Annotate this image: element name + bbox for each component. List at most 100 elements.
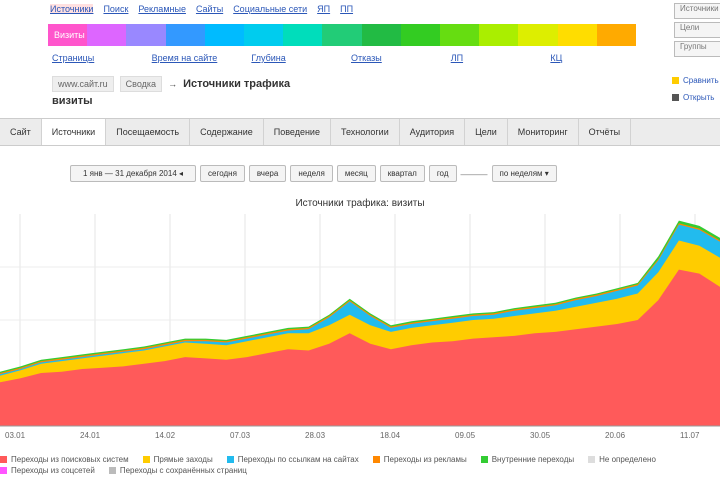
right-legend-label: Сравнить: [683, 76, 719, 85]
legend-swatch: [0, 456, 7, 463]
legend-label: Переходы с сохранённых страниц: [119, 466, 247, 475]
period-button[interactable]: месяц: [336, 165, 376, 182]
right-tab[interactable]: Группы: [674, 41, 720, 57]
tab-2[interactable]: Посещаемость: [106, 119, 191, 145]
breadcrumb-arrow: →: [168, 79, 178, 89]
breadcrumb-site[interactable]: www.сайт.ru: [52, 76, 114, 92]
spectrum-links: Страницы Время на сайте Глубина Отказы ЛП КЦ: [52, 53, 636, 63]
legend-swatch: [108, 467, 116, 474]
x-tick-label: 09.05: [455, 431, 476, 440]
spectrum-link[interactable]: Глубина: [251, 53, 337, 63]
spectrum-link[interactable]: ЛП: [451, 53, 537, 63]
tab-9[interactable]: Отчёты: [579, 119, 632, 145]
top-link[interactable]: Сайты: [196, 4, 223, 14]
period-button[interactable]: вчера: [248, 165, 287, 182]
spectrum-segment[interactable]: [244, 24, 284, 46]
top-links: Источники Поиск Рекламные Сайты Социальные с…: [50, 4, 353, 14]
right-tab[interactable]: Источники: [674, 3, 720, 19]
traffic-area-chart: 03.01 24.01 14.02 07.03 28.03 18.04 09.05 30.05…: [0, 214, 720, 440]
spectrum-segment[interactable]: [557, 24, 597, 46]
legend-item[interactable]: Внутренние переходы: [480, 455, 575, 464]
tab-4[interactable]: Поведение: [264, 119, 331, 145]
x-tick-label: 14.02: [155, 431, 176, 440]
spectrum-segment[interactable]: [361, 24, 401, 46]
period-buttons: сегодня вчера неделя месяц квартал год: [200, 165, 457, 182]
spectrum-segment[interactable]: [322, 24, 362, 46]
legend-item[interactable]: Переходы по ссылкам на сайтах: [226, 455, 359, 464]
spectrum-link[interactable]: Время на сайте: [152, 53, 238, 63]
legend-item[interactable]: Не определено: [588, 455, 656, 464]
metric-spectrum-bar[interactable]: [48, 24, 637, 46]
spectrum-segment[interactable]: [479, 24, 519, 46]
breadcrumb: www.сайт.ru Сводка → Источники трафика: [52, 76, 290, 92]
spectrum-segment[interactable]: [126, 24, 166, 46]
chart-title: Источники трафика: визиты: [295, 198, 425, 209]
period-button[interactable]: неделя: [290, 165, 333, 182]
x-tick-label: 28.03: [305, 431, 326, 440]
breadcrumb-section[interactable]: Сводка: [119, 76, 163, 92]
top-link[interactable]: Поиск: [103, 4, 128, 14]
right-tab[interactable]: Цели: [674, 22, 720, 38]
spectrum-segment[interactable]: [400, 24, 441, 46]
spectrum-link[interactable]: КЦ: [550, 53, 636, 63]
legend-swatch: [480, 456, 488, 463]
date-range-button[interactable]: 1 янв — 31 декабря 2014 ◂: [70, 165, 197, 182]
spectrum-segment[interactable]: [518, 24, 558, 46]
x-tick-label: 03.01: [5, 431, 26, 440]
tab-6[interactable]: Аудитория: [400, 119, 466, 145]
spectrum-link[interactable]: Страницы: [52, 53, 138, 63]
legend-item[interactable]: Переходы из соцсетей: [0, 466, 95, 475]
legend-label: Переходы из рекламы: [383, 455, 467, 464]
top-link[interactable]: ЯП: [317, 4, 330, 14]
legend-label: Переходы по ссылкам на сайтах: [237, 455, 359, 464]
top-link[interactable]: ПП: [340, 4, 353, 14]
x-tick-label: 18.04: [380, 431, 401, 440]
chart-legend: Переходы из поисковых систем Прямые заход…: [0, 455, 720, 475]
right-legend-label: Открыть: [683, 93, 715, 102]
legend-swatch: [226, 456, 234, 463]
tab-1[interactable]: Источники: [41, 119, 107, 145]
separator-dash: ———: [460, 168, 488, 179]
detail-dropdown[interactable]: по неделям ▾: [491, 165, 557, 182]
spectrum-segment[interactable]: [596, 24, 637, 46]
spectrum-segment[interactable]: [283, 24, 323, 46]
spectrum-segment[interactable]: [87, 24, 127, 46]
top-link[interactable]: Социальные сети: [233, 4, 307, 14]
page-title: Источники трафика: [183, 78, 291, 90]
tab-8[interactable]: Мониторинг: [508, 119, 579, 145]
x-tick-label: 11.07: [680, 431, 700, 440]
legend-label: Не определено: [599, 455, 656, 464]
legend-swatch: [588, 456, 596, 463]
legend-item[interactable]: Переходы из поисковых систем: [0, 455, 129, 464]
right-legend-item[interactable]: Открыть: [672, 93, 720, 102]
right-legend-item[interactable]: Сравнить: [672, 76, 720, 85]
top-link[interactable]: Рекламные: [138, 4, 186, 14]
spectrum-segment[interactable]: [204, 24, 245, 46]
tab-3[interactable]: Содержание: [190, 119, 264, 145]
top-link[interactable]: Источники: [50, 4, 94, 14]
page-title-line2: визиты: [52, 95, 93, 107]
legend-label: Переходы из поисковых систем: [11, 455, 129, 464]
legend-swatch: [142, 456, 150, 463]
x-tick-label: 20.06: [605, 431, 626, 440]
period-button[interactable]: квартал: [379, 165, 425, 182]
tab-0[interactable]: Сайт: [0, 119, 42, 145]
spectrum-label: Визиты: [54, 30, 85, 40]
legend-item[interactable]: Переходы с сохранённых страниц: [108, 466, 247, 475]
right-side-tabs: Источники Цели Группы: [674, 3, 720, 60]
x-tick-label: 24.01: [80, 431, 101, 440]
legend-swatch: [672, 94, 679, 101]
period-button[interactable]: сегодня: [200, 165, 245, 182]
legend-swatch: [672, 77, 679, 84]
legend-label: Внутренние переходы: [491, 455, 575, 464]
period-button[interactable]: год: [428, 165, 457, 182]
legend-item[interactable]: Прямые заходы: [142, 455, 213, 464]
legend-item[interactable]: Переходы из рекламы: [372, 455, 467, 464]
period-selector: 1 янв — 31 декабря 2014 ◂ сегодня вчера не…: [70, 165, 557, 182]
tab-7[interactable]: Цели: [465, 119, 508, 145]
tab-5[interactable]: Технологии: [331, 119, 400, 145]
x-tick-label: 07.03: [230, 431, 251, 440]
spectrum-segment[interactable]: [165, 24, 205, 46]
spectrum-segment[interactable]: [440, 24, 480, 46]
spectrum-link[interactable]: Отказы: [351, 53, 437, 63]
